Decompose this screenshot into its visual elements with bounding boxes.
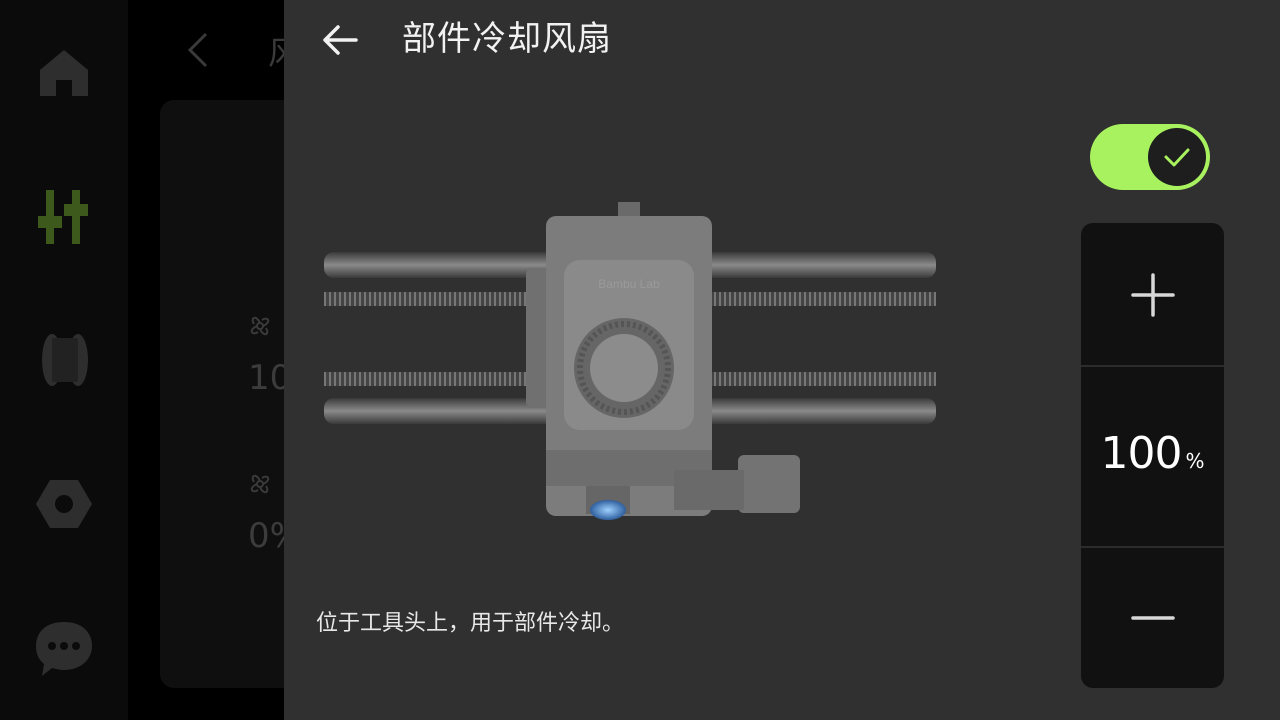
arrow-left-icon — [323, 25, 358, 55]
increase-button[interactable] — [1081, 223, 1224, 366]
decrease-button[interactable] — [1081, 548, 1224, 688]
nav-home[interactable] — [24, 32, 104, 112]
nav-controls[interactable] — [24, 176, 104, 256]
back-button[interactable] — [316, 16, 364, 64]
background-back-icon — [187, 32, 208, 68]
fan-description: 位于工具头上，用于部件冷却。 — [316, 611, 625, 636]
minus-icon — [1130, 616, 1175, 620]
fan-speed-stepper: 100 % — [1081, 223, 1224, 688]
fan-speed-value: 100 % — [1081, 366, 1224, 546]
messages-icon — [36, 622, 92, 676]
fan-speed-number: 100 — [1100, 428, 1183, 479]
controls-icon — [38, 190, 88, 244]
filament-icon — [42, 334, 88, 386]
settings-icon — [36, 480, 92, 528]
nav-filament[interactable] — [24, 320, 104, 400]
toggle-knob — [1148, 128, 1206, 186]
fan-speed-unit: % — [1185, 449, 1205, 473]
nav-messages[interactable] — [24, 608, 104, 688]
page-title: 部件冷却风扇 — [402, 19, 612, 59]
fan-icon — [250, 474, 270, 494]
plus-icon — [1130, 272, 1175, 317]
nav-rail — [0, 0, 128, 720]
nav-settings[interactable] — [24, 464, 104, 544]
fan-icon — [250, 316, 270, 336]
check-icon — [1164, 148, 1190, 167]
brand-label: Bambu Lab — [598, 277, 660, 291]
toolhead-image: Bambu Lab — [324, 202, 936, 520]
fan-toggle[interactable] — [1090, 124, 1210, 190]
home-icon — [40, 50, 88, 96]
